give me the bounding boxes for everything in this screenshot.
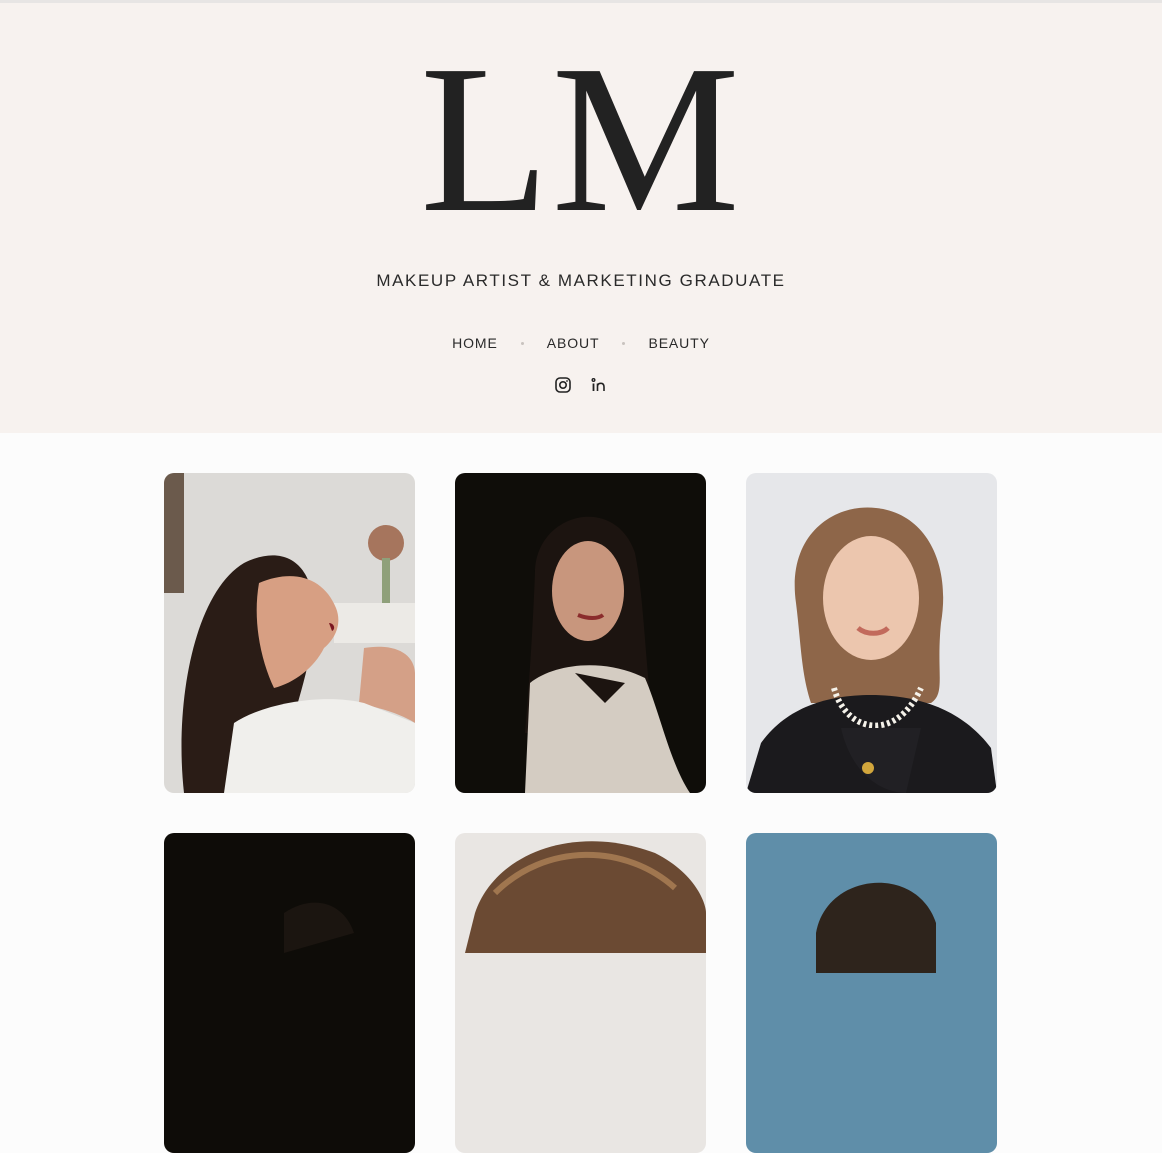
nav-link-home[interactable]: HOME — [450, 335, 500, 351]
portrait-photo — [455, 833, 706, 1153]
gallery-image[interactable] — [164, 833, 415, 1153]
social-links — [0, 376, 1162, 394]
instagram-icon[interactable] — [554, 376, 572, 394]
gallery-image[interactable] — [455, 473, 706, 793]
portfolio-gallery — [164, 473, 997, 1153]
gallery-image[interactable] — [746, 473, 997, 793]
portrait-photo — [746, 473, 997, 793]
portrait-photo — [455, 473, 706, 793]
portrait-photo — [164, 473, 415, 793]
portrait-photo — [164, 833, 415, 1153]
nav-link-beauty[interactable]: BEAUTY — [646, 335, 711, 351]
nav-link-about[interactable]: ABOUT — [545, 335, 602, 351]
nav-separator — [622, 341, 626, 345]
gallery-image[interactable] — [164, 473, 415, 793]
nav-separator — [520, 341, 524, 345]
portrait-photo — [746, 833, 997, 1153]
site-tagline: MAKEUP ARTIST & MARKETING GRADUATE — [376, 271, 786, 290]
site-header: LM MAKEUP ARTIST & MARKETING GRADUATE HO… — [0, 3, 1162, 433]
gallery-image[interactable] — [455, 833, 706, 1153]
linkedin-icon[interactable] — [590, 376, 608, 394]
main-nav: HOME ABOUT BEAUTY — [0, 335, 1162, 351]
site-logo[interactable]: LM — [0, 33, 1162, 245]
gallery-image[interactable] — [746, 833, 997, 1153]
